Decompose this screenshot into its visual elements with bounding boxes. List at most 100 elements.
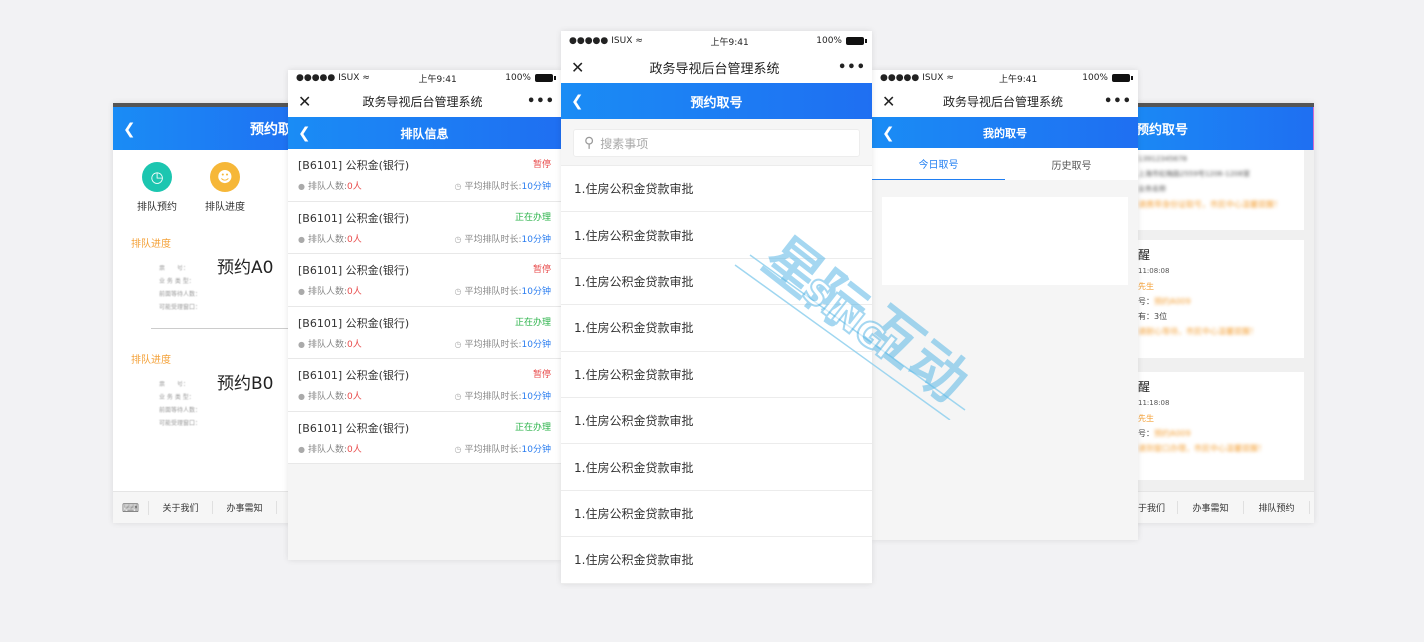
signal-icon: ●●●●●	[296, 73, 336, 83]
quick-action-appointment[interactable]: ◷ 排队预约	[137, 162, 177, 213]
battery-icon	[534, 74, 556, 82]
tab-today[interactable]: 今日取号	[872, 148, 1005, 180]
avg-time: 10分钟	[521, 339, 551, 350]
mini-program-title: 政务导视后台管理系统	[649, 61, 780, 77]
search-bar: ⚲ 搜素事项	[561, 119, 872, 166]
carrier: ISUX	[611, 36, 633, 46]
status-badge: 正在办理	[514, 212, 551, 223]
service-item[interactable]: 1.住房公积金贷款审批	[561, 491, 872, 538]
back-icon[interactable]: ❮	[571, 92, 584, 110]
queue-row[interactable]: [B6101] 公积金(银行) 暂停 ● 排队人数:0人 ◷ 平均排队时长:10分钟	[288, 254, 561, 307]
tab-history[interactable]: 历史取号	[1005, 148, 1138, 180]
window-name: [B6101] 公积金(银行)	[298, 159, 410, 172]
section-title: 排队进度	[131, 239, 171, 250]
status-bar: ●●●●● ISUX ≈ 上午9:41 100%	[872, 70, 1138, 86]
back-icon[interactable]: ❮	[298, 124, 311, 142]
count-label: 排队人数:	[307, 392, 348, 402]
clock-icon: ◷	[454, 339, 462, 349]
back-icon[interactable]: ❮	[123, 120, 136, 138]
clock-icon: ◷	[454, 444, 462, 454]
nav-about-us[interactable]: 关于我们	[149, 501, 213, 514]
avg-time-label: 平均排队时长:	[464, 287, 522, 297]
signal-icon: ●●●●●	[880, 73, 920, 83]
ticket-details-blurred: 票 号：业 务 类 型： 前面等待人数： 可能受理窗口：	[159, 381, 202, 427]
more-icon[interactable]: •••	[1104, 94, 1131, 109]
service-item[interactable]: 1.住房公积金贷款审批	[561, 166, 872, 213]
people-icon: ☻	[210, 162, 240, 192]
quick-actions: ◷ 排队预约 ☻ 排队进度	[113, 150, 313, 213]
status-bar: ●●●●● ISUX ≈ 上午9:41 100%	[288, 70, 561, 86]
phone-number: 13912345678	[1138, 155, 1187, 163]
person-icon: ●	[298, 444, 305, 454]
bottom-nav: ⌨ 关于我们 办事需知	[113, 491, 313, 523]
close-icon[interactable]: ✕	[298, 92, 318, 111]
card-time: 11:18:08	[1138, 399, 1170, 407]
count-label: 排队人数:	[307, 339, 348, 350]
card-ahead: 有：3位	[1138, 312, 1168, 321]
search-input[interactable]: ⚲ 搜素事项	[573, 129, 860, 157]
window-name: [B6101] 公积金(银行)	[298, 264, 410, 277]
service-item[interactable]: 1.住房公积金贷款审批	[561, 305, 872, 352]
count-label: 排队人数:	[307, 444, 348, 455]
service-item[interactable]: 1.住房公积金贷款审批	[561, 398, 872, 445]
card-number-blurred: 预约A009	[1154, 429, 1191, 438]
close-icon[interactable]: ✕	[882, 92, 902, 111]
window-name: [B6101] 公积金(银行)	[298, 316, 410, 330]
carrier: ISUX	[922, 73, 944, 83]
queue-count: 0人	[347, 444, 362, 455]
service-item[interactable]: 1.住房公积金贷款审批	[561, 352, 872, 398]
avg-time-label: 平均排队时长:	[464, 182, 522, 192]
back-icon[interactable]: ❮	[882, 124, 895, 142]
card-title: 醒	[1138, 248, 1151, 262]
bottom-nav: 于我们 办事需知 排队预约	[1110, 491, 1314, 523]
search-placeholder: 搜素事项	[600, 136, 649, 151]
avg-time-label: 平均排队时长:	[464, 339, 522, 350]
status-badge: 正在办理	[514, 317, 551, 328]
quick-action-label: 排队预约	[137, 202, 177, 213]
card-number-label: 号：	[1138, 429, 1154, 438]
service-item[interactable]: 1.住房公积金贷款审批	[561, 444, 872, 491]
card-time: 11:08:08	[1138, 267, 1170, 275]
avg-time: 10分钟	[521, 392, 551, 402]
status-badge: 暂停	[532, 265, 551, 275]
more-icon[interactable]: •••	[527, 94, 554, 109]
clock: 上午9:41	[418, 74, 457, 85]
avg-time-label: 平均排队时长:	[464, 444, 522, 455]
nav-guide[interactable]: 办事需知	[1178, 501, 1244, 514]
mini-program-title: 政务导视后台管理系统	[942, 95, 1063, 109]
queue-row[interactable]: [B6101] 公积金(银行) 正在办理 ● 排队人数:0人 ◷ 平均排队时长:10分钟	[288, 201, 561, 254]
window-name: [B6101] 公积金(银行)	[298, 421, 410, 435]
nav-bar: ❮ 排队信息	[288, 117, 561, 149]
queue-row[interactable]: [B6101] 公积金(银行) 正在办理 ● 排队人数:0人 ◷ 平均排队时长:10分钟	[288, 411, 561, 464]
quick-action-progress[interactable]: ☻ 排队进度	[205, 162, 245, 213]
clock-icon: ◷	[142, 162, 172, 192]
ticket-card: 醒 11:18:08 先生 号：预约A009 请到窗口办理，市民中心温馨提醒！	[1110, 372, 1304, 480]
nav-bar: ❮ 预约取	[113, 107, 313, 150]
service-list: 1.住房公积金贷款审批 1.住房公积金贷款审批 1.住房公积金贷款审批 1.住房公积金…	[561, 166, 872, 584]
queue-count: 0人	[347, 182, 362, 192]
close-icon[interactable]: ✕	[571, 58, 591, 77]
card-name: 先生	[1138, 414, 1154, 423]
phone-queue-info: ●●●●● ISUX ≈ 上午9:41 100% ✕ 政务导视后台管理系统 ••• …	[288, 70, 561, 560]
clock-icon: ◷	[454, 234, 462, 244]
search-icon: ⚲	[584, 135, 595, 151]
queue-row[interactable]: [B6101] 公积金(银行) 暂停 ● 排队人数:0人 ◷ 平均排队时长:10分钟	[288, 359, 561, 412]
person-icon: ●	[298, 287, 305, 296]
keyboard-icon[interactable]: ⌨	[113, 500, 149, 515]
nav-guide[interactable]: 办事需知	[213, 501, 277, 514]
service-item[interactable]: 1.住房公积金贷款审批	[561, 537, 872, 584]
queue-row[interactable]: [B6101] 公积金(银行) 正在办理 ● 排队人数:0人 ◷ 平均排队时长:10分钟	[288, 306, 561, 359]
section-title: 排队进度	[131, 355, 171, 366]
queue-row[interactable]: [B6101] 公积金(银行) 暂停 ● 排队人数:0人 ◷ 平均排队时长:10分钟	[288, 149, 561, 202]
service-item[interactable]: 1.住房公积金贷款审批	[561, 212, 872, 259]
nav-bar: ❮ 我的取号	[872, 117, 1138, 148]
more-icon[interactable]: •••	[838, 60, 865, 75]
person-icon: ●	[298, 182, 305, 191]
card-number-blurred: 预约A009	[1154, 297, 1191, 306]
nav-queue-appointment[interactable]: 排队预约	[1244, 501, 1310, 514]
status-badge: 正在办理	[514, 422, 551, 433]
person-icon: ●	[298, 234, 305, 244]
service-item[interactable]: 1.住房公积金贷款审批	[561, 259, 872, 306]
ticket-details-blurred: 票 号：业 务 类 型： 前面等待人数： 可能受理窗口：	[159, 265, 202, 311]
avg-time: 10分钟	[521, 182, 551, 192]
